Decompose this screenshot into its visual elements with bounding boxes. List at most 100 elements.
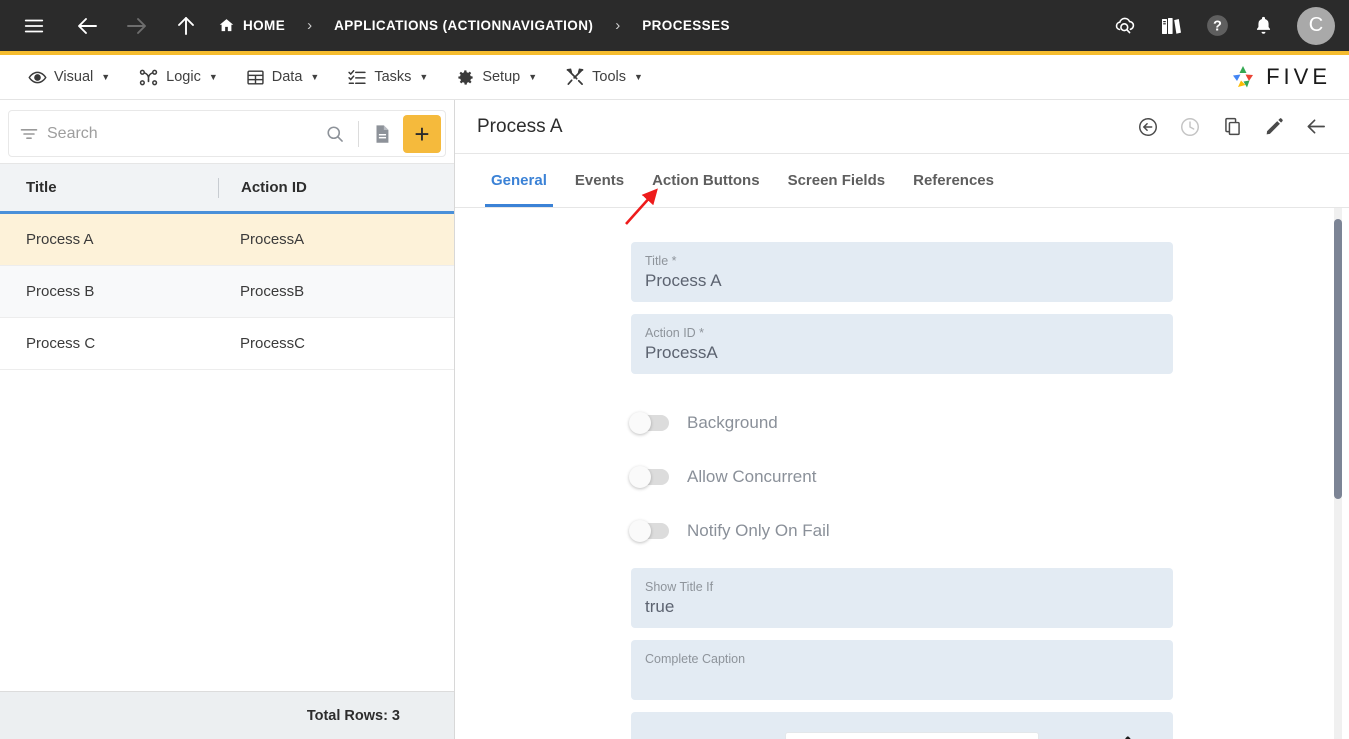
table-row[interactable]: Process B ProcessB: [0, 266, 454, 318]
breadcrumb-label-applications: APPLICATIONS (ACTIONNAVIGATION): [334, 18, 593, 33]
menu-item-setup[interactable]: Setup ▼: [442, 55, 551, 100]
records-grid: Title Action ID Process A ProcessA Proce…: [0, 163, 454, 739]
breadcrumb-label-processes: PROCESSES: [642, 18, 730, 33]
hamburger-menu-icon[interactable]: [14, 6, 54, 46]
top-nav-left: HOME › APPLICATIONS (ACTIONNAVIGATION) ›…: [14, 6, 734, 46]
tab-references[interactable]: References: [899, 154, 1008, 207]
search-input[interactable]: [47, 125, 318, 143]
nav-back-icon[interactable]: [68, 6, 108, 46]
table-icon: [246, 68, 265, 87]
notifications-bell-icon[interactable]: [1243, 6, 1283, 46]
menu-label-data: Data: [272, 69, 303, 85]
chevron-down-icon: ▼: [528, 72, 537, 82]
add-record-button[interactable]: +: [403, 115, 441, 153]
field-label-action-id: Action ID *: [645, 325, 1159, 341]
breadcrumb: HOME › APPLICATIONS (ACTIONNAVIGATION) ›…: [214, 17, 734, 34]
nav-up-icon[interactable]: [166, 6, 206, 46]
field-label-title: Title *: [645, 253, 1159, 269]
edit-pencil-icon[interactable]: [1255, 108, 1293, 146]
cell-title: Process A: [0, 231, 218, 248]
home-icon: [218, 17, 235, 34]
user-avatar[interactable]: C: [1297, 7, 1335, 45]
toggle-label-background: Background: [687, 413, 778, 433]
close-back-arrow-icon[interactable]: [1297, 108, 1335, 146]
cell-action-id: ProcessC: [218, 335, 305, 352]
filter-icon[interactable]: [19, 124, 47, 144]
toolbar-divider: [358, 121, 359, 147]
checklist-icon: [347, 67, 367, 87]
field-title[interactable]: Title * Process A: [631, 242, 1173, 302]
toggle-knob: [629, 466, 651, 488]
table-row[interactable]: Process A ProcessA: [0, 214, 454, 266]
tab-action-buttons[interactable]: Action Buttons: [638, 154, 773, 207]
books-icon[interactable]: [1151, 6, 1191, 46]
menu-item-data[interactable]: Data ▼: [232, 55, 334, 100]
document-icon[interactable]: [365, 114, 399, 154]
history-clock-icon: [1171, 108, 1209, 146]
tab-screen-fields[interactable]: Screen Fields: [774, 154, 900, 207]
left-list-panel: + Title Action ID Process A ProcessA Pro…: [0, 100, 455, 739]
chevron-down-icon: ▼: [101, 72, 110, 82]
toggle-background[interactable]: [631, 415, 669, 431]
chevron-down-icon: ▼: [209, 72, 218, 82]
grid-header-row: Title Action ID: [0, 164, 454, 214]
breadcrumb-item-applications[interactable]: APPLICATIONS (ACTIONNAVIGATION): [330, 18, 597, 33]
eye-icon: [28, 68, 47, 87]
complete-icon-picker[interactable]: [785, 732, 1039, 739]
breadcrumb-separator-1: ›: [289, 17, 330, 34]
help-icon[interactable]: ?: [1197, 6, 1237, 46]
cell-title: Process C: [0, 335, 218, 352]
search-icon[interactable]: [318, 114, 352, 154]
breadcrumb-item-home[interactable]: HOME: [214, 17, 289, 34]
field-action-id[interactable]: Action ID * ProcessA: [631, 314, 1173, 374]
form-scroll-area: Title * Process A Action ID * ProcessA B…: [455, 208, 1349, 739]
five-logo-mark: [1228, 62, 1258, 92]
detail-panel: Process A: [455, 100, 1349, 739]
grid-body: Process A ProcessA Process B ProcessB Pr…: [0, 214, 454, 691]
vertical-scrollbar-track[interactable]: [1334, 208, 1342, 739]
revert-icon[interactable]: [1129, 108, 1167, 146]
form-content: Title * Process A Action ID * ProcessA B…: [455, 208, 1349, 739]
cloud-search-icon[interactable]: [1105, 6, 1145, 46]
nav-forward-icon[interactable]: [116, 6, 156, 46]
main-menu-bar: Visual ▼ Logic ▼: [0, 55, 1349, 100]
field-complete-caption[interactable]: Complete Caption: [631, 640, 1173, 700]
edit-pencil-icon[interactable]: [1109, 734, 1133, 739]
breadcrumb-item-processes[interactable]: PROCESSES: [638, 18, 734, 33]
breadcrumb-separator-2: ›: [597, 17, 638, 34]
field-value-complete-caption: [645, 667, 1159, 691]
field-show-title-if[interactable]: Show Title If true: [631, 568, 1173, 628]
top-navigation-bar: HOME › APPLICATIONS (ACTIONNAVIGATION) ›…: [0, 0, 1349, 51]
vertical-scrollbar-thumb[interactable]: [1334, 219, 1342, 499]
chevron-down-icon: ▼: [634, 72, 643, 82]
five-logo: FIVE: [1228, 62, 1331, 92]
menu-item-logic[interactable]: Logic ▼: [124, 55, 232, 100]
column-header-action-id[interactable]: Action ID: [219, 179, 307, 196]
table-row[interactable]: Process C ProcessC: [0, 318, 454, 370]
toggle-label-allow-concurrent: Allow Concurrent: [687, 467, 816, 487]
menu-item-visual[interactable]: Visual ▼: [14, 55, 124, 100]
detail-action-bar: [1129, 108, 1335, 146]
field-label-complete-caption: Complete Caption: [645, 651, 1159, 667]
breadcrumb-label-home: HOME: [243, 18, 285, 33]
toggle-notify-only-on-fail[interactable]: [631, 523, 669, 539]
app-root: HOME › APPLICATIONS (ACTIONNAVIGATION) ›…: [0, 0, 1349, 739]
toggle-allow-concurrent[interactable]: [631, 469, 669, 485]
toggle-row-notify-only-on-fail: Notify Only On Fail: [631, 504, 1173, 558]
gear-icon: [456, 68, 475, 87]
toggle-row-allow-concurrent: Allow Concurrent: [631, 450, 1173, 504]
chevron-down-icon: ▼: [310, 72, 319, 82]
svg-text:?: ?: [1213, 19, 1222, 35]
tab-events[interactable]: Events: [561, 154, 638, 207]
top-nav-right: ? C: [1105, 6, 1335, 46]
duplicate-icon[interactable]: [1213, 108, 1251, 146]
column-header-title[interactable]: Title: [0, 179, 218, 196]
tab-general[interactable]: General: [477, 154, 561, 207]
menu-item-tasks[interactable]: Tasks ▼: [333, 55, 442, 100]
nodes-icon: [138, 67, 159, 88]
field-value-show-title-if: true: [645, 595, 1159, 619]
field-label-show-title-if: Show Title If: [645, 579, 1159, 595]
search-bar: +: [8, 110, 446, 157]
menu-item-tools[interactable]: Tools ▼: [551, 55, 657, 100]
tools-icon: [565, 67, 585, 87]
